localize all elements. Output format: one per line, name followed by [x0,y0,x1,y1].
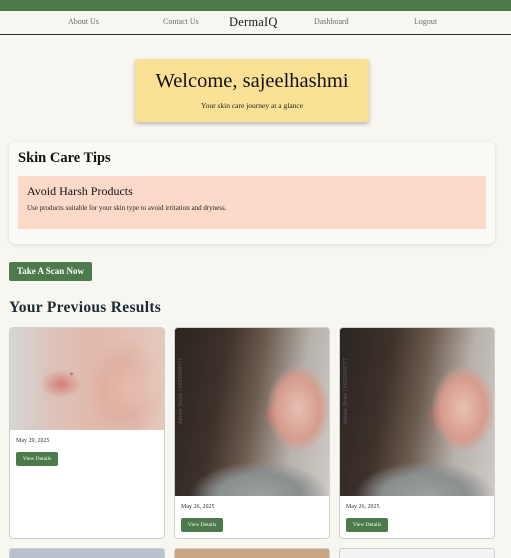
navbar: About Us Contact Us DermaIQ Dashboard Lo… [0,11,511,35]
result-photo[interactable]: Adobe Stock | #915454777 [340,328,494,496]
view-details-button[interactable]: View Details [16,452,58,466]
welcome-subtitle: Your skin care journey at a glance [200,101,304,110]
result-date: May 26, 2025 [181,504,215,510]
photo-watermark: Adobe Stock | #915454777 [343,357,349,424]
view-details-button[interactable]: View Details [346,518,388,532]
tip-text: Use products suitable for your skin type… [27,204,227,212]
result-card-partial [174,548,330,558]
result-card: Adobe Stock | #915454777 May 26, 2025 Vi… [174,327,330,539]
nav-about-link[interactable]: About Us [68,17,99,26]
welcome-banner: Welcome, sajeelhashmi Your skin care jou… [135,59,369,122]
skin-care-tips-panel: Skin Care Tips Avoid Harsh Products Use … [9,142,495,244]
result-card: May 29, 2025 View Details [9,327,165,539]
nav-contact-link[interactable]: Contact Us [163,17,199,26]
result-card-partial [9,548,165,558]
welcome-title: Welcome, sajeelhashmi [155,70,349,92]
result-date: May 26, 2025 [346,504,380,510]
photo-watermark: Adobe Stock | #915454777 [178,357,184,424]
top-accent-bar [0,0,511,11]
nav-logout-link[interactable]: Logout [414,17,437,26]
tip-card: Avoid Harsh Products Use products suitab… [18,176,486,229]
tips-heading: Skin Care Tips [18,150,111,166]
result-photo[interactable] [10,328,164,430]
result-date: May 29, 2025 [16,438,50,444]
result-photo[interactable]: Adobe Stock | #915454777 [175,328,329,496]
view-details-button[interactable]: View Details [181,518,223,532]
nav-dashboard-link[interactable]: Dashboard [314,17,349,26]
previous-results-heading: Your Previous Results [9,299,162,316]
result-card: Adobe Stock | #915454777 May 26, 2025 Vi… [339,327,495,539]
brand-logo[interactable]: DermaIQ [229,15,278,30]
take-scan-button[interactable]: Take A Scan Now [9,262,92,281]
result-card-partial [339,548,495,558]
tip-title: Avoid Harsh Products [27,184,133,198]
